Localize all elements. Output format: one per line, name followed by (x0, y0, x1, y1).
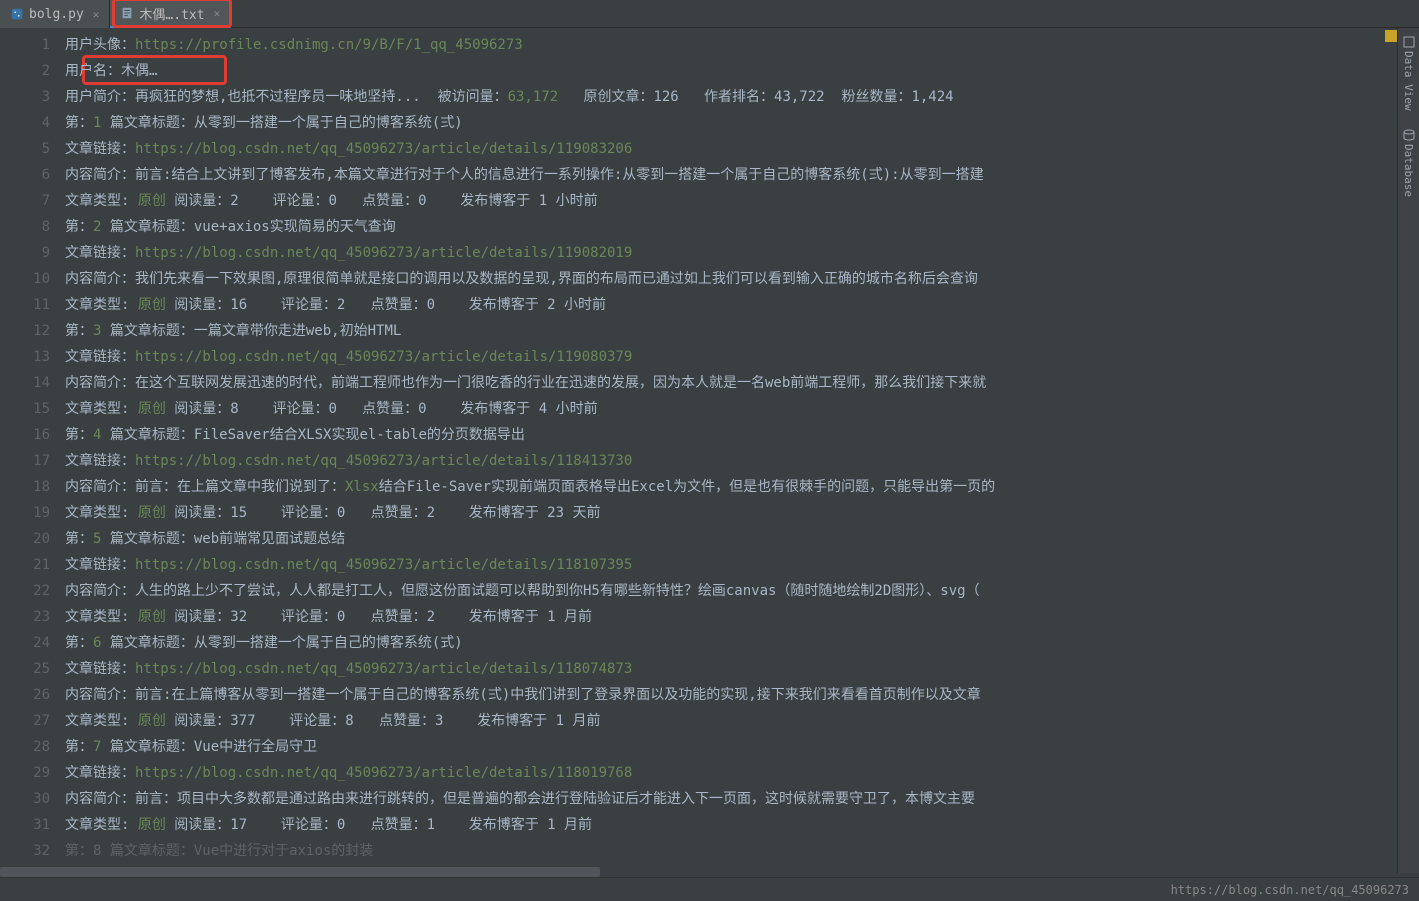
line-number: 23 (0, 604, 50, 630)
python-file-icon (10, 7, 24, 21)
line-number: 32 (0, 838, 50, 864)
warning-icon (1385, 30, 1397, 42)
tab-txt[interactable]: 木偶….txt ✕ (110, 0, 231, 28)
line-number: 30 (0, 786, 50, 812)
panel-label: Database (1402, 144, 1415, 197)
text-file-icon (120, 6, 134, 20)
line-number: 11 (0, 292, 50, 318)
line-number: 24 (0, 630, 50, 656)
scrollbar-thumb[interactable] (0, 867, 600, 877)
data-view-tab[interactable]: Data View (1402, 36, 1415, 111)
line-number: 17 (0, 448, 50, 474)
line-number: 3 (0, 84, 50, 110)
line-number: 8 (0, 214, 50, 240)
code-line: 文章链接：https://blog.csdn.net/qq_45096273/a… (65, 240, 1419, 266)
line-number: 26 (0, 682, 50, 708)
code-line: 文章类型: 原创 阅读量：377 评论量：8 点赞量：3 发布博客于 1 月前 (65, 708, 1419, 734)
line-number: 18 (0, 474, 50, 500)
code-line: 内容简介：前言：在上篇文章中我们说到了：Xlsx结合File-Saver实现前端… (65, 474, 1419, 500)
line-number: 2 (0, 58, 50, 84)
editor-tabs: bolg.py ✕ 木偶….txt ✕ (0, 0, 1419, 28)
code-line: 第：2 篇文章标题：vue+axios实现简易的天气查询 (65, 214, 1419, 240)
code-line: 文章链接：https://blog.csdn.net/qq_45096273/a… (65, 136, 1419, 162)
code-line: 第：6 篇文章标题：从零到一搭建一个属于自己的博客系统(式) (65, 630, 1419, 656)
code-line: 文章类型: 原创 阅读量：17 评论量：0 点赞量：1 发布博客于 1 月前 (65, 812, 1419, 838)
database-tab[interactable]: Database (1402, 129, 1415, 197)
code-line: 文章类型: 原创 阅读量：2 评论量：0 点赞量：0 发布博客于 1 小时前 (65, 188, 1419, 214)
code-line: 第：4 篇文章标题：FileSaver结合XLSX实现el-table的分页数据… (65, 422, 1419, 448)
line-number: 10 (0, 266, 50, 292)
line-number: 9 (0, 240, 50, 266)
code-line: 内容简介：人生的路上少不了尝试，人人都是打工人，但愿这份面试题可以帮助到你H5有… (65, 578, 1419, 604)
inspection-marker[interactable] (1385, 30, 1397, 70)
line-number: 19 (0, 500, 50, 526)
code-line: 第：7 篇文章标题：Vue中进行全局守卫 (65, 734, 1419, 760)
code-line: 文章类型: 原创 阅读量：32 评论量：0 点赞量：2 发布博客于 1 月前 (65, 604, 1419, 630)
code-line: 第：5 篇文章标题：web前端常见面试题总结 (65, 526, 1419, 552)
line-number: 4 (0, 110, 50, 136)
code-line: 内容简介：在这个互联网发展迅速的时代，前端工程师也作为一门很吃香的行业在迅速的发… (65, 370, 1419, 396)
code-content[interactable]: 用户头像：https://profile.csdnimg.cn/9/B/F/1_… (65, 28, 1419, 873)
code-line: 第：3 篇文章标题：一篇文章带你走进web,初始HTML (65, 318, 1419, 344)
close-icon[interactable]: ✕ (93, 8, 100, 21)
close-icon[interactable]: ✕ (214, 7, 221, 20)
line-number: 14 (0, 370, 50, 396)
code-line: 内容简介：前言：项目中大多数都是通过路由来进行跳转的，但是普遍的都会进行登陆验证… (65, 786, 1419, 812)
tab-label: 木偶….txt (139, 4, 204, 23)
watermark-url: https://blog.csdn.net/qq_45096273 (1171, 883, 1409, 897)
code-line: 用户头像：https://profile.csdnimg.cn/9/B/F/1_… (65, 32, 1419, 58)
code-line: 用户名：木偶… (65, 58, 1419, 84)
code-line: 文章类型: 原创 阅读量：16 评论量：2 点赞量：0 发布博客于 2 小时前 (65, 292, 1419, 318)
line-number: 12 (0, 318, 50, 344)
status-bar: https://blog.csdn.net/qq_45096273 (0, 877, 1419, 901)
horizontal-scrollbar[interactable] (0, 867, 1397, 877)
line-number-gutter: 1234567891011121314151617181920212223242… (0, 28, 65, 873)
right-tool-panel: Data View Database (1397, 28, 1419, 873)
line-number: 7 (0, 188, 50, 214)
code-line: 内容简介：前言:在上篇博客从零到一搭建一个属于自己的博客系统(弍)中我们讲到了登… (65, 682, 1419, 708)
line-number: 25 (0, 656, 50, 682)
code-line: 文章链接：https://blog.csdn.net/qq_45096273/a… (65, 344, 1419, 370)
code-line: 内容简介：我们先来看一下效果图,原理很简单就是接口的调用以及数据的呈现,界面的布… (65, 266, 1419, 292)
line-number: 1 (0, 32, 50, 58)
line-number: 28 (0, 734, 50, 760)
line-number: 20 (0, 526, 50, 552)
line-number: 22 (0, 578, 50, 604)
line-number: 15 (0, 396, 50, 422)
tab-bolg-py[interactable]: bolg.py ✕ (0, 0, 110, 28)
editor-area: 1234567891011121314151617181920212223242… (0, 28, 1419, 873)
code-line: 第：8 篇文章标题：Vue中进行对于axios的封装 (65, 838, 1419, 864)
code-line: 内容简介：前言:结合上文讲到了博客发布,本篇文章进行对于个人的信息进行一系列操作… (65, 162, 1419, 188)
code-line: 第：1 篇文章标题：从零到一搭建一个属于自己的博客系统(弍) (65, 110, 1419, 136)
line-number: 27 (0, 708, 50, 734)
line-number: 21 (0, 552, 50, 578)
panel-label: Data View (1402, 51, 1415, 111)
line-number: 16 (0, 422, 50, 448)
code-line: 文章类型: 原创 阅读量：15 评论量：0 点赞量：2 发布博客于 23 天前 (65, 500, 1419, 526)
tab-label: bolg.py (29, 7, 84, 22)
line-number: 31 (0, 812, 50, 838)
code-line: 文章链接：https://blog.csdn.net/qq_45096273/a… (65, 448, 1419, 474)
line-number: 5 (0, 136, 50, 162)
line-number: 29 (0, 760, 50, 786)
line-number: 6 (0, 162, 50, 188)
code-line: 文章类型: 原创 阅读量：8 评论量：0 点赞量：0 发布博客于 4 小时前 (65, 396, 1419, 422)
line-number: 13 (0, 344, 50, 370)
code-line: 用户简介：再疯狂的梦想,也抵不过程序员一味地坚持... 被访问量：63,172 … (65, 84, 1419, 110)
code-line: 文章链接：https://blog.csdn.net/qq_45096273/a… (65, 656, 1419, 682)
code-line: 文章链接：https://blog.csdn.net/qq_45096273/a… (65, 552, 1419, 578)
code-line: 文章链接：https://blog.csdn.net/qq_45096273/a… (65, 760, 1419, 786)
